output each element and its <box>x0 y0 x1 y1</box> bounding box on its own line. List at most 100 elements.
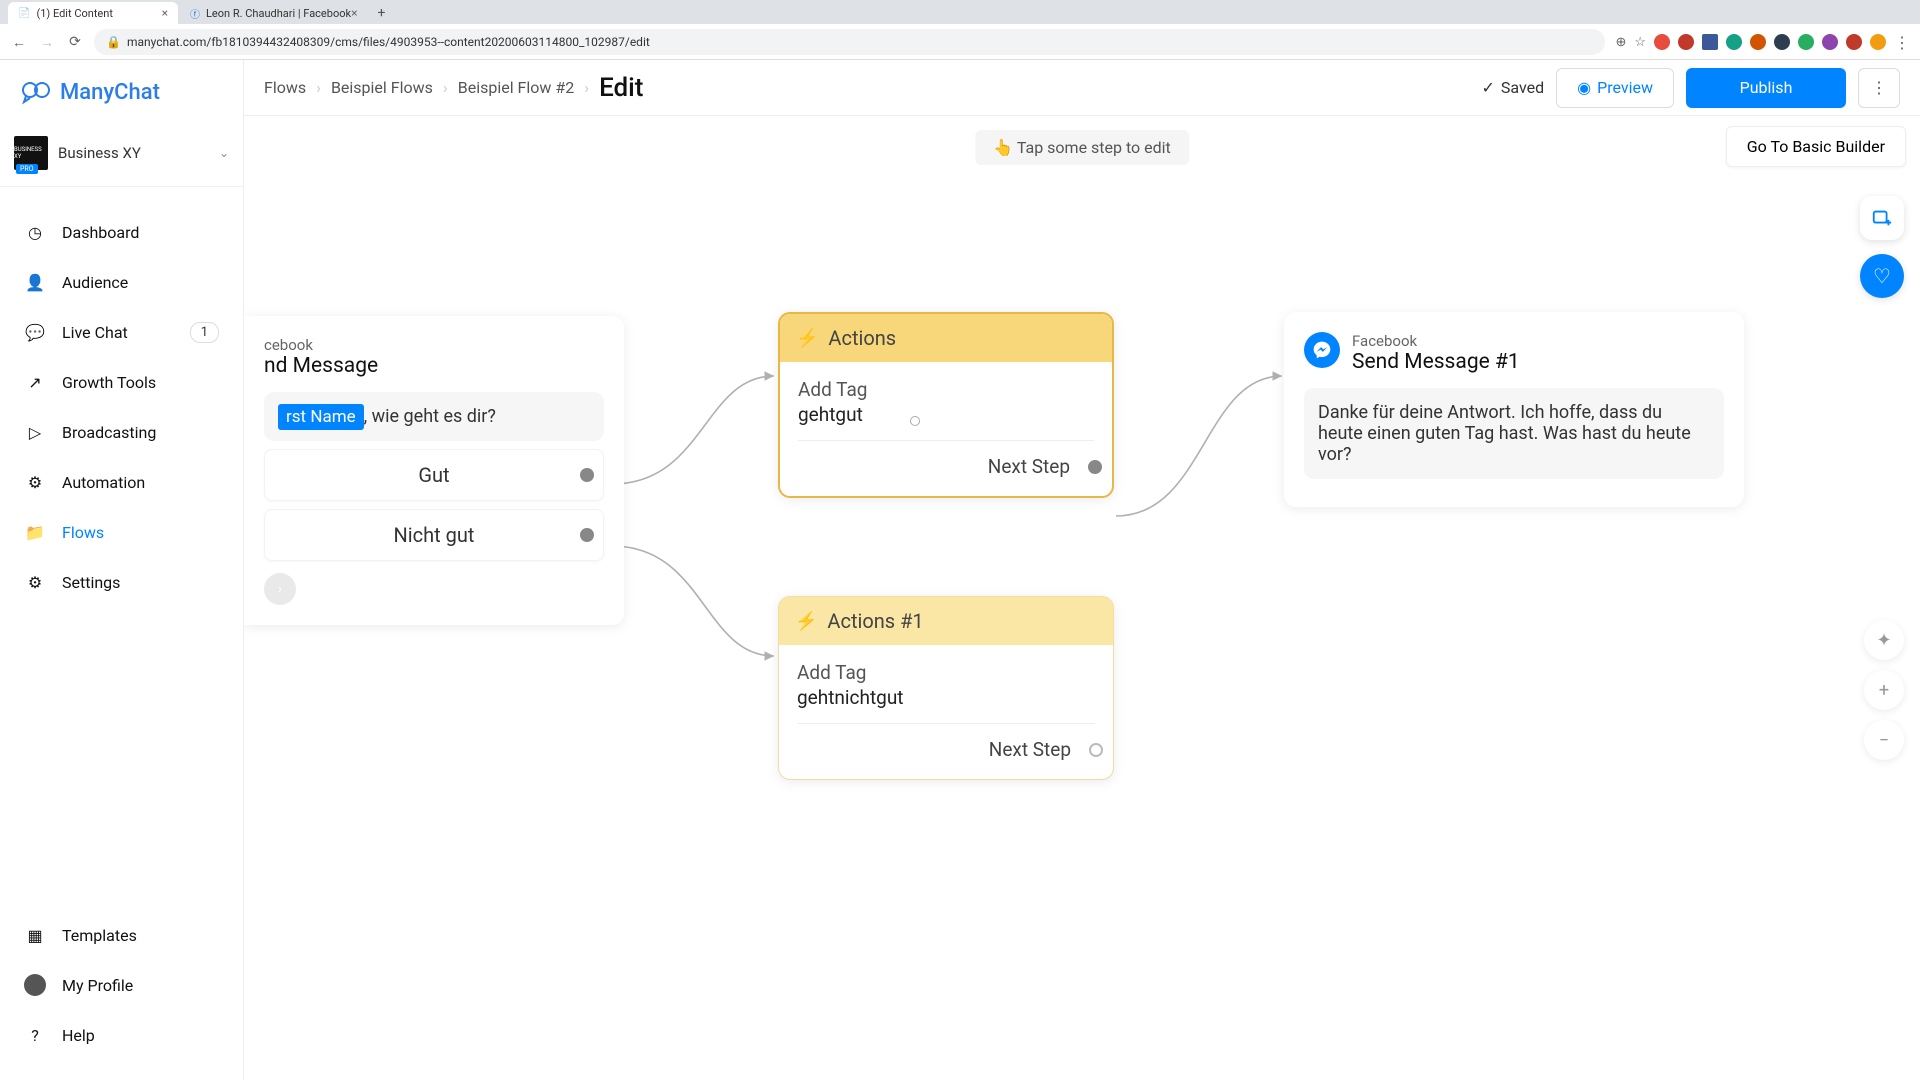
automation-icon: ⚙ <box>24 471 46 493</box>
browser-tab[interactable]: ⓕ Leon R. Chaudhari | Facebook × <box>180 2 367 24</box>
translate-icon[interactable]: ⊕ <box>1615 35 1626 50</box>
nav-audience[interactable]: 👤 Audience <box>0 257 243 307</box>
nav-settings[interactable]: ⚙ Settings <box>0 557 243 607</box>
chat-badge: 1 <box>190 322 219 343</box>
url-field[interactable]: 🔒 manychat.com/fb181039443240830​9/cms/f… <box>94 29 1605 55</box>
crumb[interactable]: Flows <box>264 78 306 97</box>
node-title: Send Message #1 <box>1352 350 1520 374</box>
action-label: Add Tag <box>798 378 1094 401</box>
zoom-out-button[interactable]: − <box>1864 720 1904 760</box>
nav-broadcasting[interactable]: ▷ Broadcasting <box>0 407 243 457</box>
nav-automation[interactable]: ⚙ Automation <box>0 457 243 507</box>
message-bubble[interactable]: Danke für deine Antwort. Ich hoffe, dass… <box>1304 388 1724 479</box>
avatar-icon[interactable] <box>1870 34 1886 50</box>
broadcast-icon: ▷ <box>24 421 46 443</box>
output-port[interactable] <box>1088 460 1102 474</box>
ai-assist-button[interactable]: ♡ <box>1860 254 1904 298</box>
next-step-row[interactable]: Next Step <box>797 738 1095 761</box>
nav-help[interactable]: ? Help <box>0 1010 243 1060</box>
new-tab-button[interactable]: + <box>369 2 393 24</box>
quick-reply-button[interactable]: Gut <box>264 449 604 501</box>
extension-icon[interactable] <box>1750 34 1766 50</box>
publish-button[interactable]: Publish <box>1686 68 1846 108</box>
tip-banner: 👆 Tap some step to edit <box>975 130 1189 165</box>
extension-icon[interactable] <box>1678 34 1694 50</box>
nav-label: Help <box>62 1026 95 1045</box>
extension-icon[interactable] <box>1798 34 1814 50</box>
divider <box>797 723 1095 724</box>
back-button[interactable]: ← <box>10 33 28 51</box>
topbar-actions: ✓ Saved ◉ Preview Publish ⋮ <box>1481 68 1900 108</box>
nav-templates[interactable]: ▦ Templates <box>0 910 243 960</box>
output-port[interactable] <box>580 528 594 542</box>
close-icon[interactable]: × <box>162 6 168 20</box>
add-content-button[interactable] <box>1860 196 1904 240</box>
zoom-tools: ✦ + − <box>1864 620 1904 760</box>
nav-growth[interactable]: ↗ Growth Tools <box>0 357 243 407</box>
continue-button[interactable]: › <box>264 573 296 605</box>
nav-label: My Profile <box>62 976 133 995</box>
bolt-icon: ⚡ <box>795 611 817 632</box>
variable-pill: rst Name <box>278 404 364 430</box>
next-step-row[interactable]: Next Step <box>798 455 1094 478</box>
node-actions[interactable]: ⚡ Actions Add Tag gehtgut Next Step <box>778 312 1114 498</box>
browser-tab[interactable]: 📄 (1) Edit Content × <box>8 2 178 24</box>
node-platform: cebook <box>264 336 378 354</box>
extension-icon[interactable] <box>1774 34 1790 50</box>
sidebar: ManyChat BUSINESS XY PRO Business XY ⌄ ◷… <box>0 60 244 1080</box>
quick-reply-button[interactable]: Nicht gut <box>264 509 604 561</box>
output-port[interactable] <box>580 468 594 482</box>
address-bar-row: ← → ⟳ 🔒 manychat.com/fb181039443240830​9… <box>0 24 1920 60</box>
nav-label: Live Chat <box>62 323 128 342</box>
bolt-icon: ⚡ <box>796 328 818 349</box>
tab-title: Leon R. Chaudhari | Facebook <box>206 7 351 20</box>
extension-icon[interactable] <box>1822 34 1838 50</box>
nav-live-chat[interactable]: 💬 Live Chat 1 <box>0 307 243 357</box>
crumb-current: Edit <box>599 73 643 103</box>
extension-icon[interactable] <box>1654 34 1670 50</box>
message-text: , wie geht es dir? <box>364 406 496 427</box>
goto-basic-button[interactable]: Go To Basic Builder <box>1726 126 1906 167</box>
nav-flows[interactable]: 📁 Flows <box>0 507 243 557</box>
nav-label: Broadcasting <box>62 423 156 442</box>
output-port[interactable] <box>1089 743 1103 757</box>
logo-row[interactable]: ManyChat <box>0 70 243 126</box>
zoom-in-button[interactable]: + <box>1864 670 1904 710</box>
dashboard-icon: ◷ <box>24 221 46 243</box>
nav-label: Settings <box>62 573 120 592</box>
flow-canvas[interactable]: 👆 Tap some step to edit Go To Basic Buil… <box>244 116 1920 1080</box>
extension-icon[interactable] <box>1702 34 1718 50</box>
star-icon[interactable]: ☆ <box>1634 35 1646 50</box>
preview-button[interactable]: ◉ Preview <box>1556 68 1674 108</box>
reload-button[interactable]: ⟳ <box>66 33 84 51</box>
node-title: Actions #1 <box>827 609 923 633</box>
url-text: manychat.com/fb181039443240830​9/cms/fil… <box>127 35 650 49</box>
extension-icon[interactable] <box>1846 34 1862 50</box>
forward-button[interactable]: → <box>38 33 56 51</box>
message-bubble[interactable]: rst Name, wie geht es dir? <box>264 392 604 441</box>
chat-icon: 💬 <box>24 321 46 343</box>
node-header: ⚡ Actions <box>780 314 1112 362</box>
app-root: ManyChat BUSINESS XY PRO Business XY ⌄ ◷… <box>0 60 1920 1080</box>
more-button[interactable]: ⋮ <box>1858 68 1900 108</box>
node-send-message-1[interactable]: Facebook Send Message #1 Danke für deine… <box>1284 312 1744 507</box>
action-value: gehtgut <box>798 403 1094 426</box>
nav-profile[interactable]: My Profile <box>0 960 243 1010</box>
chrome-menu-icon[interactable]: ⋮ <box>1894 33 1910 52</box>
audience-icon: 👤 <box>24 271 46 293</box>
account-selector[interactable]: BUSINESS XY PRO Business XY ⌄ <box>0 126 243 187</box>
nav-dashboard[interactable]: ◷ Dashboard <box>0 207 243 257</box>
node-send-message[interactable]: cebook nd Message rst Name, wie geht es … <box>244 316 624 625</box>
secondary-nav: ▦ Templates My Profile ? Help <box>0 890 243 1080</box>
manychat-logo-icon <box>20 76 52 108</box>
close-icon[interactable]: × <box>351 6 357 20</box>
canvas-tools: ♡ <box>1860 196 1904 298</box>
crumb[interactable]: Beispiel Flow #2 <box>458 78 575 97</box>
extension-icon[interactable] <box>1726 34 1742 50</box>
crumb[interactable]: Beispiel Flows <box>331 78 433 97</box>
node-actions-1[interactable]: ⚡ Actions #1 Add Tag gehtnichtgut Next S… <box>778 596 1114 780</box>
templates-icon: ▦ <box>24 924 46 946</box>
auto-layout-button[interactable]: ✦ <box>1864 620 1904 660</box>
tab-bar: 📄 (1) Edit Content × ⓕ Leon R. Chaudhari… <box>0 0 1920 24</box>
node-title: nd Message <box>264 354 378 378</box>
